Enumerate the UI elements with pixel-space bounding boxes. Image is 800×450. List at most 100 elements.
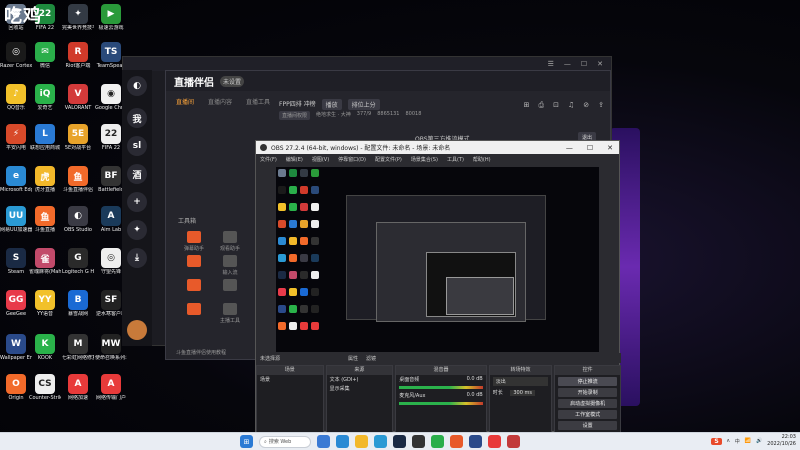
stream-title[interactable]: FPP四排 冲榜 (279, 99, 316, 110)
control-button[interactable]: 停止推流 (558, 377, 617, 386)
desktop-icon[interactable]: 鱼斗鱼直播伴侣 (62, 166, 94, 193)
taskbar-search[interactable]: ⌕ 搜索 Web (259, 435, 311, 448)
sidebar-button[interactable]: 酒 (127, 164, 147, 184)
obs-menu-item[interactable]: 视图(V) (312, 156, 329, 163)
menu-icon[interactable]: ☰ (548, 60, 554, 68)
obs-menu-item[interactable]: 帮助(H) (473, 156, 491, 163)
taskbar-app-icon[interactable] (374, 435, 387, 448)
tab-live-content[interactable]: 直播内容 (208, 97, 232, 106)
tab-live-tools[interactable]: 直播工具 (246, 97, 270, 106)
toolbar-icon[interactable]: ⎙ (538, 101, 544, 110)
desktop-icon[interactable]: L 联想应用商城 (29, 124, 61, 151)
desktop-icon[interactable]: GLogitech G HUB (62, 248, 94, 275)
desktop-icon[interactable]: CSCounter-Strike: Global Off... (29, 374, 61, 401)
rank-pill[interactable]: 排位上分 (347, 99, 380, 110)
desktop-icon[interactable]: 5E 5E对战平台 (62, 124, 94, 151)
taskbar-app-icon[interactable] (469, 435, 482, 448)
source-item-display[interactable]: 显示采集 (327, 384, 393, 393)
desktop-icon[interactable]: ◎ Razer Cortex (0, 42, 32, 69)
desktop-icon[interactable]: ✉ 微信 (29, 42, 61, 69)
clock[interactable]: 22:03 2022/10/26 (767, 434, 796, 448)
tray-chevron-icon[interactable]: ʌ (727, 438, 730, 444)
desktop-icon[interactable]: GG GeeGee (0, 290, 32, 317)
desktop-icon[interactable]: 虎虎牙直播 (29, 166, 61, 193)
taskbar-app-icon[interactable] (507, 435, 520, 448)
properties-button[interactable]: 属性 (348, 355, 358, 362)
close-icon[interactable]: ✕ (607, 144, 613, 152)
obs-menu-item[interactable]: 配置文件(P) (375, 156, 402, 163)
obs-menu-item[interactable]: 停靠窗口(D) (338, 156, 366, 163)
desktop-icon[interactable]: ♪ QQ音乐 (0, 84, 32, 111)
control-button[interactable]: 工作室模式 (558, 410, 617, 419)
start-icon[interactable]: ⊞ (240, 435, 253, 448)
sidebar-button[interactable]: ✦ (127, 220, 147, 240)
desktop-icon[interactable]: UU 网易UU加速器 (0, 206, 32, 233)
desktop-icon[interactable]: 鱼斗鱼直播 (29, 206, 61, 233)
desktop-icon[interactable]: eMicrosoft Edge (0, 166, 32, 193)
desktop-icon[interactable]: ▶ 极速云游戏 (95, 4, 127, 31)
control-button[interactable]: 启动虚拟摄像机 (558, 399, 617, 408)
taskbar-app-icon[interactable] (393, 435, 406, 448)
toolbox-tool[interactable]: 输入流 (212, 255, 248, 276)
live-status-badge[interactable]: 未设置 (220, 75, 245, 87)
sidebar-button[interactable]: ◐ (127, 76, 147, 96)
tutorial-link[interactable]: 斗鱼直播伴侣使用教程 (176, 349, 226, 356)
filters-button[interactable]: 滤镜 (366, 355, 376, 362)
toolbox-tool[interactable]: 观看助手 (212, 231, 248, 252)
toolbar-icon[interactable]: ⊞ (524, 101, 530, 110)
source-item-text[interactable]: 文本 (GDI+) (327, 375, 393, 384)
toolbox-tool[interactable] (176, 279, 212, 293)
desktop-icon[interactable]: O Origin (0, 374, 32, 401)
toolbar-icon[interactable]: ♫ (568, 101, 574, 110)
ime-icon[interactable]: 中 (735, 438, 740, 445)
play-pill[interactable]: 播放 (321, 99, 342, 110)
maximize-icon[interactable]: ☐ (581, 60, 587, 68)
taskbar-app-icon[interactable] (336, 435, 349, 448)
minimize-icon[interactable]: — (566, 144, 573, 152)
sidebar-button[interactable]: sl (127, 136, 147, 156)
desktop-icon[interactable]: V VALORANT (62, 84, 94, 111)
toolbar-icon[interactable]: ⊡ (553, 101, 559, 110)
close-icon[interactable]: ✕ (597, 60, 603, 68)
tab-live-room[interactable]: 直播间 (176, 97, 194, 106)
sidebar-button[interactable]: + (127, 192, 147, 212)
taskbar-app-icon[interactable] (355, 435, 368, 448)
toolbox-tool[interactable] (176, 255, 212, 269)
volume-icon[interactable]: 🔊 (756, 438, 762, 444)
obs-preview[interactable] (276, 167, 599, 352)
desktop-icon[interactable]: R Riot客户端 (62, 42, 94, 69)
toolbox-tool[interactable]: 弹幕助手 (176, 231, 212, 252)
desktop-icon[interactable]: A 网络传输门户 (95, 374, 127, 401)
desktop-icon[interactable]: K KOOK (29, 334, 61, 361)
desktop-icon[interactable]: ✦完美世界竞技平台 (62, 4, 94, 31)
maximize-icon[interactable]: ☐ (587, 144, 593, 152)
tray-app-icon[interactable]: S (711, 437, 722, 445)
network-icon[interactable]: 📶 (745, 438, 751, 444)
desktop-icon[interactable]: 雀雀魂麻将(Mahjong... (29, 248, 61, 275)
scene-item[interactable]: 场景 (257, 375, 323, 384)
duration-value[interactable]: 300 ms (510, 390, 535, 396)
desktop-icon[interactable]: ◐ OBS Studio (62, 206, 94, 233)
obs-menu-item[interactable]: 工具(T) (447, 156, 464, 163)
toolbar-icon[interactable]: ⊘ (583, 101, 589, 110)
taskbar-app-icon[interactable] (450, 435, 463, 448)
control-button[interactable]: 设置 (558, 421, 617, 430)
toolbox-tool[interactable] (176, 303, 212, 317)
taskbar-app-icon[interactable] (317, 435, 330, 448)
desktop-icon[interactable]: ⚡ 平安闪电 (0, 124, 32, 151)
toolbox-tool[interactable] (212, 279, 248, 293)
transition-type-select[interactable]: 淡出 (492, 377, 549, 386)
control-button[interactable]: 开始录制 (558, 388, 617, 397)
toolbox-tool[interactable]: 主播工具 (212, 303, 248, 324)
desktop-icon[interactable]: iQ 爱奇艺 (29, 84, 61, 111)
desktop-icon[interactable]: A 网络加速 (62, 374, 94, 401)
obs-menu-item[interactable]: 编辑(E) (286, 156, 303, 163)
minimize-icon[interactable]: — (564, 60, 571, 68)
taskbar-app-icon[interactable] (431, 435, 444, 448)
sidebar-button[interactable]: 我 (127, 108, 147, 128)
desktop-icon[interactable]: WWallpaper Engine:... (0, 334, 32, 361)
desktop-icon[interactable]: YY YY语音 (29, 290, 61, 317)
desktop-icon[interactable]: B 暴雪战网 (62, 290, 94, 317)
obs-menu-item[interactable]: 场景集合(S) (411, 156, 438, 163)
permission-pill[interactable]: 直播间权限 (279, 111, 311, 120)
